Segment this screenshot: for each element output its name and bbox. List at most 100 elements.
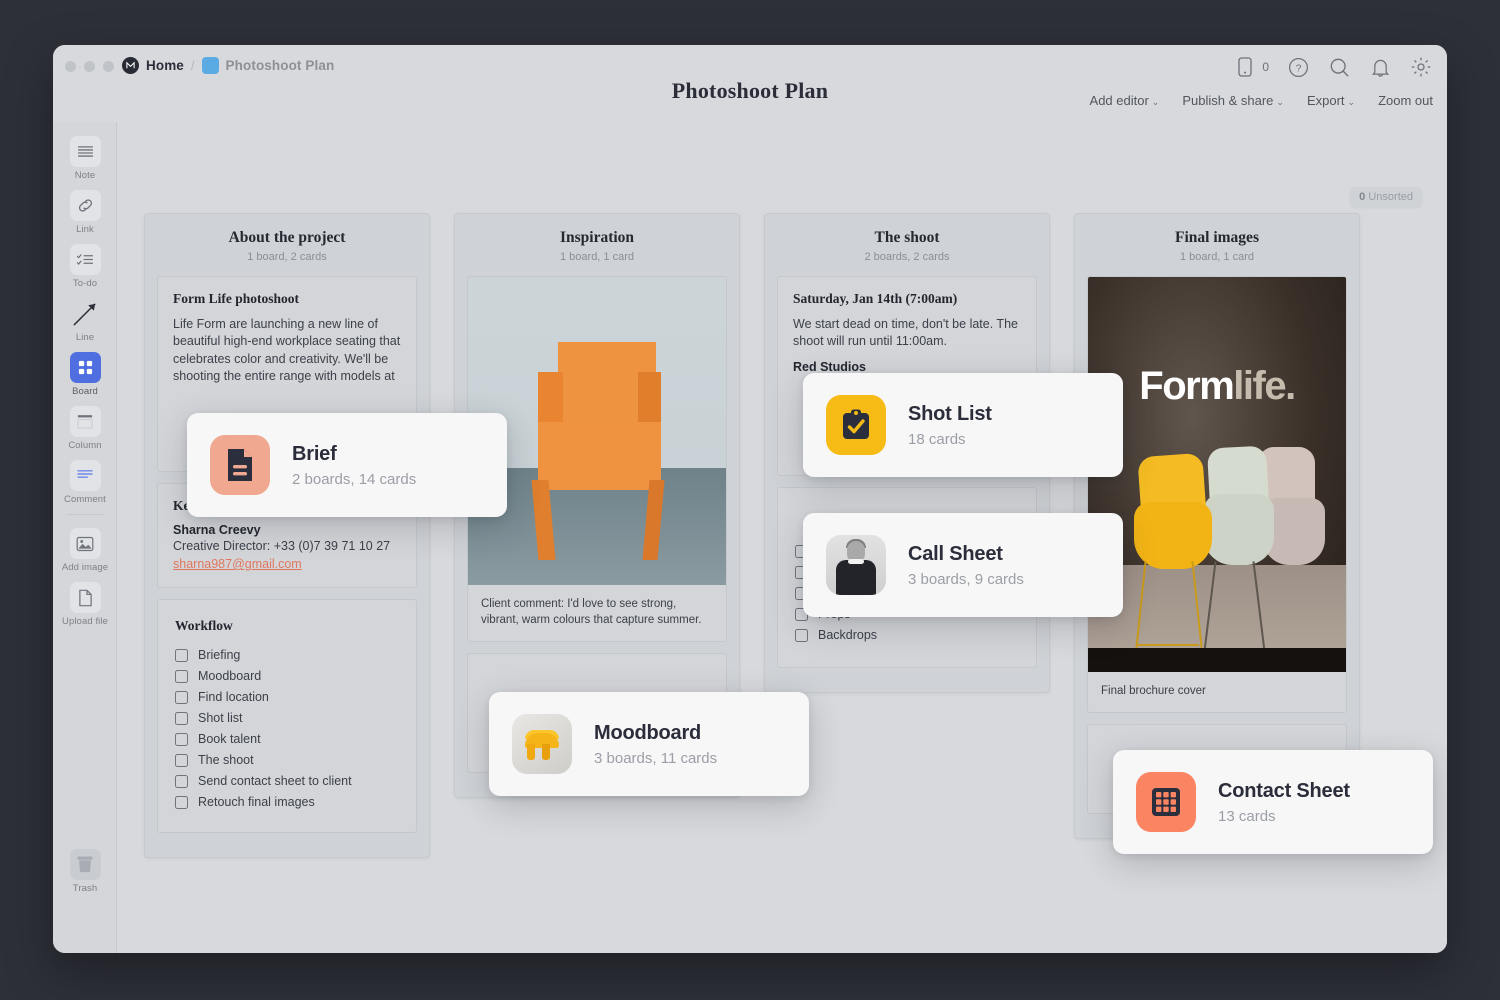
- checklist-label: Book talent: [198, 732, 261, 746]
- tool-trash[interactable]: Trash: [53, 849, 117, 894]
- shoot-location: Red Studios: [793, 360, 1021, 374]
- photo-caption: Client comment: I'd love to see strong, …: [468, 585, 726, 641]
- checklist-item[interactable]: The shoot: [175, 750, 399, 770]
- tool-column[interactable]: Column: [53, 406, 117, 451]
- breadcrumb-home-link[interactable]: Home: [146, 58, 184, 73]
- settings-icon[interactable]: [1409, 55, 1433, 79]
- checklist-label: Shot list: [198, 711, 242, 725]
- tool-comment[interactable]: Comment: [53, 460, 117, 505]
- maximize-window-button[interactable]: [103, 61, 114, 72]
- notifications-icon[interactable]: [1368, 55, 1392, 79]
- column-subtitle: 2 boards, 2 cards: [775, 251, 1039, 263]
- board-card-contact-sheet[interactable]: Contact Sheet 13 cards: [1113, 750, 1433, 854]
- board-card-call-sheet[interactable]: Call Sheet 3 boards, 9 cards: [803, 513, 1123, 617]
- menu-zoom-out[interactable]: Zoom out: [1378, 93, 1433, 108]
- board-card-title: Contact Sheet: [1218, 780, 1350, 803]
- column-title: Inspiration: [465, 229, 729, 247]
- checkbox[interactable]: [175, 754, 188, 767]
- checkbox[interactable]: [175, 775, 188, 788]
- column-about-the-project[interactable]: About the project 1 board, 2 cards Form …: [144, 213, 430, 858]
- photo-caption: Final brochure cover: [1088, 672, 1346, 712]
- board-card-title: Moodboard: [594, 722, 717, 745]
- checkbox[interactable]: [175, 796, 188, 809]
- rail-divider: [67, 514, 103, 515]
- window-traffic-lights[interactable]: [65, 61, 114, 72]
- checklist-item[interactable]: Book talent: [175, 729, 399, 749]
- add-image-icon: [70, 528, 101, 559]
- grid-icon: [1136, 772, 1196, 832]
- board-canvas[interactable]: 0 Unsorted About the project 1 board, 2 …: [117, 122, 1447, 953]
- checkbox[interactable]: [175, 733, 188, 746]
- checklist-label: Find location: [198, 690, 269, 704]
- board-card-shot-list[interactable]: Shot List 18 cards: [803, 373, 1123, 477]
- toolbar-menu-group: Add editor⌄ Publish & share⌄ Export⌄ Zoo…: [1090, 93, 1433, 108]
- board-card-subtitle: 18 cards: [908, 431, 992, 448]
- menu-add-editor[interactable]: Add editor⌄: [1090, 93, 1160, 108]
- column-header: Inspiration 1 board, 1 card: [455, 214, 739, 276]
- checklist-item[interactable]: Send contact sheet to client: [175, 771, 399, 791]
- column-title: Final images: [1085, 229, 1349, 247]
- close-window-button[interactable]: [65, 61, 76, 72]
- toolbar-icon-group: 0 ?: [1233, 55, 1433, 79]
- tool-note-label: Note: [75, 170, 95, 181]
- card-final-brochure[interactable]: Formlife. Final brochur: [1087, 276, 1347, 713]
- unsorted-label: Unsorted: [1368, 191, 1413, 203]
- menu-export-label: Export: [1307, 93, 1345, 108]
- checklist-item[interactable]: Backdrops: [795, 625, 1019, 645]
- board-card-meta: Call Sheet 3 boards, 9 cards: [908, 543, 1024, 588]
- contact-role: Creative Director: +33 (0)7 39 71 10 27: [173, 538, 401, 555]
- device-preview-icon[interactable]: [1233, 55, 1257, 79]
- board-card-moodboard[interactable]: Moodboard 3 boards, 11 cards: [489, 692, 809, 796]
- checklist-item[interactable]: Retouch final images: [175, 792, 399, 812]
- checkbox[interactable]: [175, 670, 188, 683]
- tool-note[interactable]: Note: [53, 136, 117, 181]
- todo-icon: [70, 244, 101, 275]
- tool-add-image[interactable]: Add image: [53, 528, 117, 573]
- checklist-label: Moodboard: [198, 669, 261, 683]
- chevron-down-icon: ⌄: [1348, 97, 1356, 107]
- column-subtitle: 1 board, 1 card: [1085, 251, 1349, 263]
- tool-line[interactable]: Line: [53, 298, 117, 343]
- contact-email-link[interactable]: sharna987@gmail.com: [173, 557, 302, 571]
- board-card-meta: Moodboard 3 boards, 11 cards: [594, 722, 717, 767]
- board-card-meta: Contact Sheet 13 cards: [1218, 780, 1350, 825]
- checkbox[interactable]: [175, 649, 188, 662]
- tool-add-image-label: Add image: [62, 562, 108, 573]
- logo-bold: Form: [1139, 364, 1233, 408]
- card-body-text: We start dead on time, don't be late. Th…: [793, 316, 1021, 351]
- checklist-item[interactable]: Shot list: [175, 708, 399, 728]
- card-workflow[interactable]: Workflow Briefing Moodboard Find locatio…: [157, 599, 417, 833]
- card-heading: Saturday, Jan 14th (7:00am): [793, 291, 1021, 307]
- help-icon[interactable]: ?: [1286, 55, 1310, 79]
- tool-link[interactable]: Link: [53, 190, 117, 235]
- search-icon[interactable]: [1327, 55, 1351, 79]
- checklist-item[interactable]: Briefing: [175, 645, 399, 665]
- unsorted-badge[interactable]: 0 Unsorted: [1350, 187, 1422, 207]
- logo-light: life.: [1233, 364, 1294, 408]
- column-subtitle: 1 board, 2 cards: [155, 251, 419, 263]
- column-body: Saturday, Jan 14th (7:00am) We start dea…: [765, 276, 1049, 692]
- device-preview-count: 0: [1262, 60, 1269, 74]
- formlife-brochure-photo: Formlife.: [1088, 277, 1346, 672]
- chevron-down-icon: ⌄: [1152, 97, 1160, 107]
- breadcrumb-current-page[interactable]: Photoshoot Plan: [226, 58, 335, 73]
- checklist-label: Send contact sheet to client: [198, 774, 352, 788]
- checkbox[interactable]: [175, 691, 188, 704]
- menu-publish-share[interactable]: Publish & share⌄: [1182, 93, 1284, 108]
- menu-add-editor-label: Add editor: [1090, 93, 1149, 108]
- checkbox[interactable]: [795, 629, 808, 642]
- checkbox[interactable]: [175, 712, 188, 725]
- upload-file-icon: [70, 582, 101, 613]
- minimize-window-button[interactable]: [84, 61, 95, 72]
- svg-text:?: ?: [1295, 62, 1301, 74]
- formlife-logo: Formlife.: [1088, 364, 1346, 409]
- tool-todo[interactable]: To-do: [53, 244, 117, 289]
- column-header: Final images 1 board, 1 card: [1075, 214, 1359, 276]
- tool-link-label: Link: [76, 224, 94, 235]
- checklist-item[interactable]: Moodboard: [175, 666, 399, 686]
- tool-board[interactable]: Board: [53, 352, 117, 397]
- menu-export[interactable]: Export⌄: [1307, 93, 1355, 108]
- tool-upload-file[interactable]: Upload file: [53, 582, 117, 627]
- board-card-brief[interactable]: Brief 2 boards, 14 cards: [187, 413, 507, 517]
- checklist-item[interactable]: Find location: [175, 687, 399, 707]
